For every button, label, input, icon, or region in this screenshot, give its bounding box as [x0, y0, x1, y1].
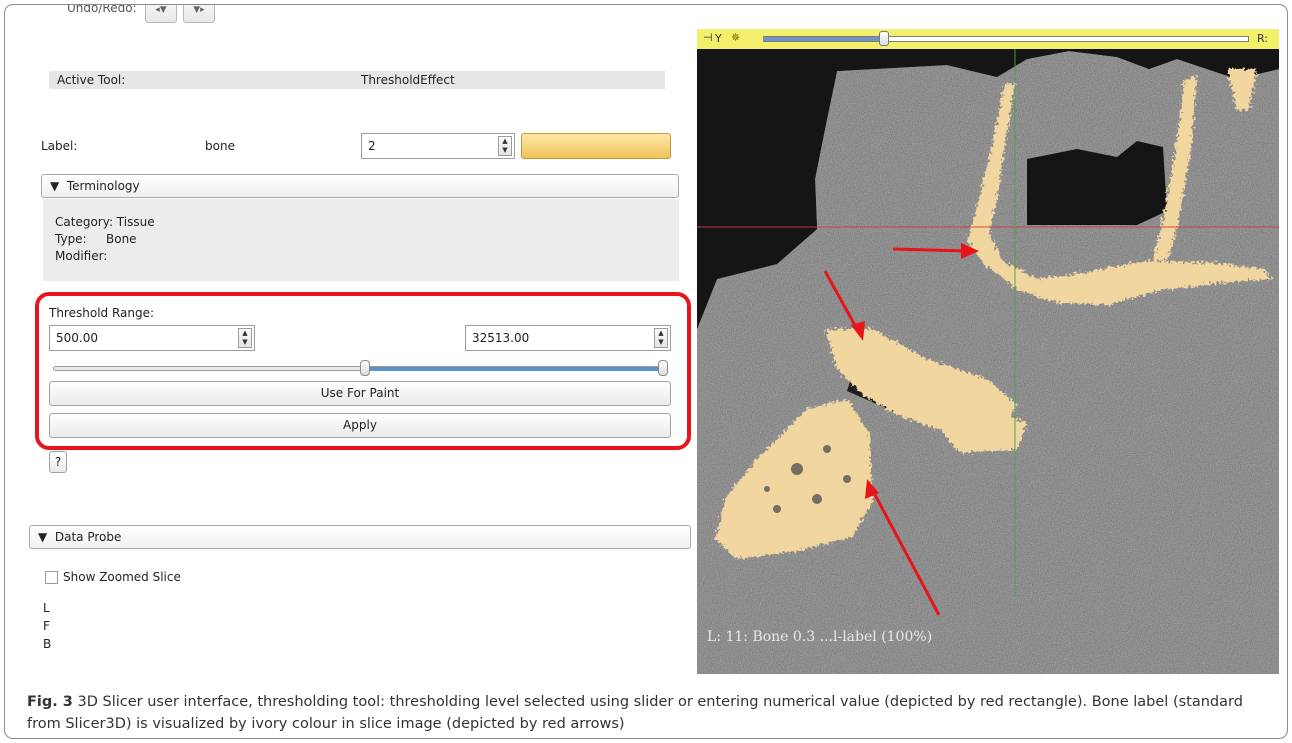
- undo-redo-label: Undo/Redo:: [67, 4, 137, 15]
- show-zoomed-slice-checkbox[interactable]: [45, 571, 58, 584]
- slice-viewer[interactable]: [697, 29, 1279, 674]
- figure-frame: Undo/Redo: ◂▼ ▼▸ Active Tool: ThresholdE…: [4, 4, 1288, 739]
- sun-icon[interactable]: ✵: [731, 31, 740, 44]
- caption-figure-label: Fig. 3: [27, 694, 73, 710]
- label-value-spinbox[interactable]: 2 ▲ ▼: [361, 133, 515, 159]
- terminology-modifier: Modifier:: [55, 249, 108, 263]
- terminology-category: Category: Tissue: [55, 215, 155, 229]
- collapse-arrow-icon: ▼: [38, 530, 48, 544]
- caption-text: 3D Slicer user interface, thresholding t…: [27, 694, 1243, 732]
- terminology-type-label: Type:: [55, 232, 87, 246]
- pin-icon[interactable]: ⊣: [703, 31, 713, 44]
- undo-icon: ◂▼: [155, 4, 167, 15]
- active-tool-value: ThresholdEffect: [361, 73, 455, 87]
- viewer-overlay-text: L: 11: Bone 0.3 ...l-label (100%): [707, 629, 933, 645]
- red-highlight-rectangle: [35, 292, 691, 450]
- help-button[interactable]: ?: [49, 451, 67, 473]
- terminology-panel: [43, 199, 679, 281]
- active-tool-row: [49, 71, 665, 89]
- label-name: bone: [205, 139, 235, 153]
- data-probe-title: Data Probe: [54, 530, 122, 544]
- label-spin-arrows[interactable]: ▲ ▼: [498, 136, 512, 156]
- slice-offset-handle[interactable]: [879, 31, 889, 46]
- terminology-title: Terminology: [66, 179, 140, 193]
- probe-line-l: L: [43, 601, 50, 615]
- figure-caption: Fig. 3 3D Slicer user interface, thresho…: [27, 691, 1275, 735]
- label-value-text: 2: [368, 139, 376, 153]
- slice-viewer-bar[interactable]: ⊣ Y ✵ R:: [697, 29, 1279, 49]
- redo-icon: ▼▸: [193, 4, 205, 15]
- terminology-header[interactable]: ▼ Terminology: [41, 174, 679, 198]
- label-color-swatch[interactable]: [521, 133, 671, 159]
- data-probe-header[interactable]: ▼ Data Probe: [29, 525, 691, 549]
- ct-slice-image: [697, 29, 1279, 674]
- probe-line-f: F: [43, 619, 50, 633]
- right-label: R:: [1257, 32, 1269, 45]
- terminology-type-value: Bone: [106, 232, 137, 246]
- probe-line-b: B: [43, 637, 52, 651]
- slice-axis-label: Y: [715, 32, 722, 45]
- undo-button[interactable]: ◂▼: [145, 4, 177, 23]
- redo-button[interactable]: ▼▸: [183, 4, 215, 23]
- show-zoomed-slice-label: Show Zoomed Slice: [63, 570, 181, 584]
- label-caption: Label:: [41, 139, 78, 153]
- active-tool-label: Active Tool:: [57, 73, 126, 87]
- slice-offset-fill: [763, 37, 883, 41]
- collapse-arrow-icon: ▼: [50, 179, 60, 193]
